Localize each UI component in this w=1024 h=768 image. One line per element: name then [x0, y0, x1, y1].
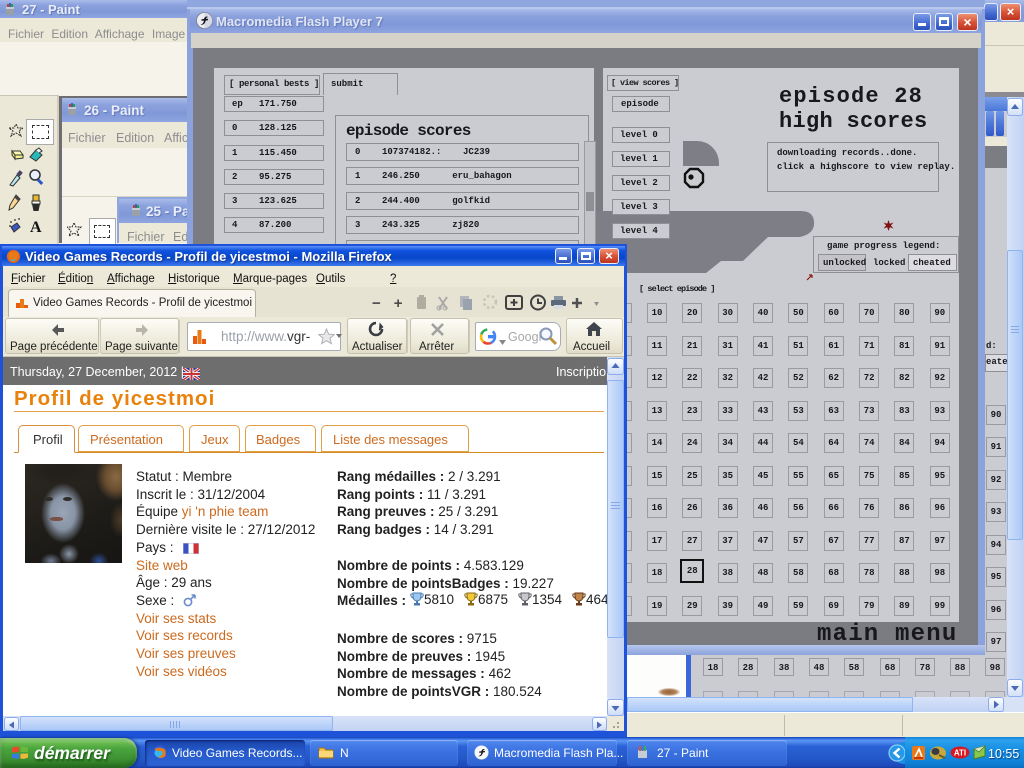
svg-text:ATI: ATI [954, 749, 966, 758]
